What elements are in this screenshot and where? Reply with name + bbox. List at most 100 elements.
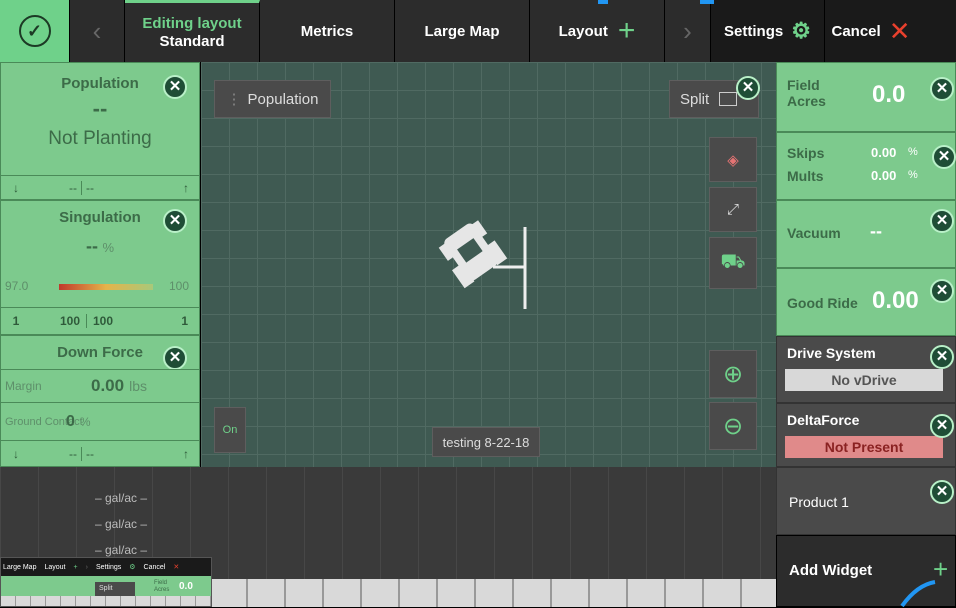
mini-settings: Settings <box>95 563 122 571</box>
low-value: 100 <box>59 313 80 328</box>
high-count: 1 <box>181 313 188 328</box>
low-count: 1 <box>12 313 20 328</box>
add-layout-button[interactable]: Layout + <box>530 0 665 62</box>
highlight-marker <box>700 0 714 4</box>
field-acres-widget[interactable]: Field Acres 0.0 ✕ <box>776 62 956 132</box>
down-arrow-icon: ↓ <box>13 180 19 195</box>
on-toggle-label: On <box>222 424 238 436</box>
check-icon: ✓ <box>18 15 51 47</box>
compass-icon: ◈ <box>727 151 739 169</box>
mults-unit: % <box>908 169 918 181</box>
population-value: -- <box>92 96 108 121</box>
mini-close-icon: ✕ <box>173 564 180 571</box>
up-arrow-icon: ↑ <box>183 446 189 461</box>
singulation-gauge <box>59 284 153 290</box>
field-acres-value: 0.0 <box>872 81 906 108</box>
deltaforce-widget[interactable]: DeltaForce Not Present ✕ <box>776 403 956 467</box>
mini-row-bar <box>1 596 211 606</box>
drive-system-widget[interactable]: Drive System No vDrive ✕ <box>776 336 956 403</box>
compass-button[interactable]: ◈ <box>709 137 757 182</box>
mini-field-value: 0.0 <box>179 581 193 592</box>
close-widget-icon[interactable]: ✕ <box>163 75 187 99</box>
tractor-view-button[interactable]: ⛟ <box>709 237 757 289</box>
close-widget-icon[interactable]: ✕ <box>930 345 954 369</box>
good-ride-widget[interactable]: Good Ride 0.00 ✕ <box>776 268 956 336</box>
close-widget-icon[interactable]: ✕ <box>930 414 954 438</box>
field-name-label: testing 8-22-18 <box>432 427 540 457</box>
top-toolbar: ✓ ‹ Editing layout Standard Metrics Larg… <box>0 0 956 62</box>
deltaforce-status: Not Present <box>785 436 943 458</box>
singulation-value: -- <box>85 236 98 256</box>
split-icon <box>719 92 738 106</box>
drive-system-status: No vDrive <box>785 369 943 391</box>
zoom-out-button[interactable]: ⊖ <box>709 402 757 450</box>
layout-name: Standard <box>159 33 225 50</box>
close-widget-icon[interactable]: ✕ <box>163 346 187 370</box>
close-widget-icon[interactable]: ✕ <box>930 209 954 233</box>
tab-large-map[interactable]: Large Map <box>395 0 530 62</box>
mini-cancel: Cancel <box>143 563 166 571</box>
expand-button[interactable]: ⤢ <box>709 187 757 232</box>
margin-value: 0.00 <box>91 376 125 395</box>
downforce-widget[interactable]: Down Force ✕ Margin 0.00 lbs Ground Cont… <box>0 335 200 467</box>
margin-unit: lbs <box>129 378 147 394</box>
ground-contact-value: 0 <box>66 412 75 430</box>
zoom-in-button[interactable]: ⊕ <box>709 350 757 398</box>
split-label: Split <box>680 90 710 108</box>
rate-label: – gal/ac – <box>95 491 148 505</box>
add-widget-button[interactable]: Add Widget + <box>776 535 956 608</box>
ground-contact-label: Ground Contact <box>5 415 83 428</box>
close-widget-icon[interactable]: ✕ <box>930 77 954 101</box>
scroll-right-button[interactable]: › <box>665 0 711 62</box>
high-value: -- <box>81 180 131 195</box>
close-widget-icon[interactable]: ✕ <box>932 145 956 169</box>
map-view[interactable]: ⋮ Population Split ✕ ◈ ⤢ ⛟ ⊕ ⊖ On testin… <box>201 62 776 467</box>
low-value: -- <box>69 446 77 461</box>
mini-layout: Layout <box>44 563 66 571</box>
zoom-in-icon: ⊕ <box>722 360 744 388</box>
highlight-marker <box>598 0 608 4</box>
cancel-label: Cancel <box>831 22 881 40</box>
vacuum-widget[interactable]: Vacuum -- ✕ <box>776 200 956 268</box>
tractor-marker-icon <box>438 220 527 309</box>
mini-split: Split <box>95 582 135 596</box>
plus-icon: + <box>617 14 636 47</box>
singulation-widget[interactable]: Singulation ✕ -- % 97.0 100 1 100 100 1 <box>0 200 200 335</box>
good-ride-value: 0.00 <box>872 287 919 314</box>
on-toggle[interactable]: On <box>214 407 246 453</box>
tab-metrics[interactable]: Metrics <box>260 0 395 62</box>
mini-chevron-icon: › <box>85 563 88 571</box>
population-layer-button[interactable]: ⋮ Population <box>214 80 331 118</box>
population-widget[interactable]: Population ✕ -- Not Planting ↓ -- -- ↑ <box>0 62 200 200</box>
good-ride-label: Good Ride <box>787 295 858 311</box>
close-widget-icon[interactable]: ✕ <box>930 279 954 303</box>
cancel-button[interactable]: Cancel ✕ <box>825 0 917 62</box>
layout-label: Layout <box>558 22 608 40</box>
chevron-right-icon: › <box>683 15 692 46</box>
high-value: -- <box>81 446 131 461</box>
product-widget[interactable]: Product 1 ✕ <box>776 467 956 535</box>
drag-handle-icon: ⋮ <box>226 91 242 108</box>
row-unit-bar <box>210 579 776 607</box>
rate-label: – gal/ac – <box>95 517 148 531</box>
editing-layout-tab[interactable]: Editing layout Standard <box>125 0 260 62</box>
close-icon: ✕ <box>888 15 911 46</box>
product-label: Product 1 <box>789 494 849 510</box>
vacuum-value: -- <box>870 221 882 241</box>
expand-icon: ⤢ <box>726 201 739 218</box>
layout-preview-thumbnail[interactable]: Large Map Layout + › Settings ⚙ Cancel ✕… <box>0 557 212 607</box>
rate-label: – gal/ac – <box>95 543 148 557</box>
settings-label: Settings <box>724 22 784 40</box>
scale-max: 100 <box>169 279 190 293</box>
close-widget-icon[interactable]: ✕ <box>163 209 187 233</box>
done-button[interactable]: ✓ <box>0 0 70 62</box>
up-arrow-icon: ↑ <box>183 180 189 195</box>
margin-label: Margin <box>5 379 42 393</box>
add-widget-label: Add Widget <box>789 562 873 579</box>
close-split-icon[interactable]: ✕ <box>736 76 760 100</box>
close-widget-icon[interactable]: ✕ <box>930 480 954 504</box>
skips-mults-widget[interactable]: Skips 0.00 % Mults 0.00 % ✕ <box>776 132 956 200</box>
mini-field-label: Field Acres <box>154 580 170 593</box>
settings-button[interactable]: Settings ⚙ <box>711 0 825 62</box>
scroll-left-button[interactable]: ‹ <box>70 0 125 62</box>
